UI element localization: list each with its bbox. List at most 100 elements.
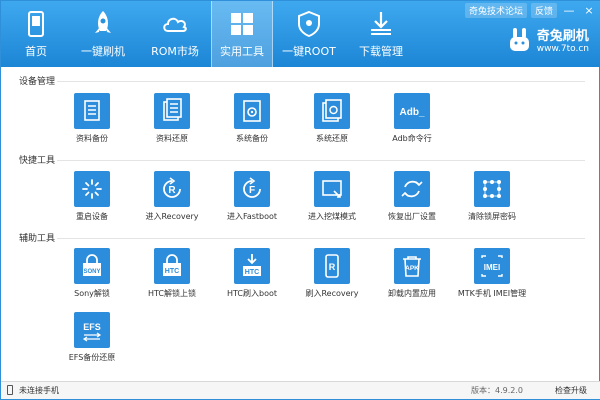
tool-label: EFS备份还原 bbox=[68, 353, 116, 362]
pattern-lock-icon bbox=[474, 171, 510, 207]
tool-label: 进入挖煤模式 bbox=[308, 212, 356, 221]
tool-uninstall-system-apps[interactable]: APK 卸载内置应用 bbox=[377, 248, 447, 299]
version-label: 版本：4.9.2.0 bbox=[471, 386, 523, 395]
fastboot-icon-text: F bbox=[249, 185, 255, 196]
imei-icon-text: IMEI bbox=[484, 263, 500, 272]
download-icon bbox=[371, 12, 391, 35]
tool-adb[interactable]: Adb_ Adb命令行 bbox=[377, 93, 447, 144]
system-restore-icon bbox=[314, 93, 350, 129]
brand: 奇兔刷机 www.7to.cn bbox=[509, 25, 589, 54]
htc-boot-icon-text: HTC bbox=[245, 269, 259, 276]
efs-icon: EFS bbox=[74, 312, 110, 348]
system-backup-icon bbox=[234, 93, 270, 129]
tool-efs-backup[interactable]: EFS EFS备份还原 bbox=[57, 312, 127, 363]
fastboot-icon: F bbox=[234, 171, 270, 207]
phone-home-icon bbox=[28, 11, 44, 37]
flash-recovery-icon: R bbox=[314, 248, 350, 284]
tool-label: 清除锁屏密码 bbox=[468, 212, 516, 221]
grid-icon bbox=[231, 13, 253, 35]
tool-label: 进入Fastboot bbox=[226, 212, 278, 221]
phone-icon bbox=[7, 385, 13, 395]
apk-icon-text: APK bbox=[405, 265, 419, 272]
sony-unlock-icon: SONY bbox=[74, 248, 110, 284]
tool-sony-unlock[interactable]: SONY Sony解锁 bbox=[57, 248, 127, 299]
check-update-link[interactable]: 检查升级 bbox=[555, 385, 587, 396]
tool-label: MTK手机 IMEI管理 bbox=[457, 289, 527, 298]
tool-mtk-imei[interactable]: IMEI MTK手机 IMEI管理 bbox=[457, 248, 527, 299]
nav-rom-market[interactable]: ROM市场 bbox=[139, 1, 211, 67]
minimize-button[interactable]: — bbox=[561, 4, 577, 18]
tool-label: HTC解锁上锁 bbox=[147, 289, 197, 298]
tool-label: Adb命令行 bbox=[392, 134, 432, 143]
section-divider bbox=[57, 160, 585, 161]
shield-icon bbox=[298, 10, 320, 38]
tool-label: 恢复出厂设置 bbox=[388, 212, 436, 221]
tool-system-backup[interactable]: 系统备份 bbox=[217, 93, 287, 144]
rocket-icon bbox=[95, 11, 111, 33]
tool-enter-fastboot[interactable]: F 进入Fastboot bbox=[217, 171, 287, 222]
apk-uninstall-icon: APK bbox=[394, 248, 430, 284]
tool-label: 资料还原 bbox=[156, 134, 188, 143]
recovery-icon: R bbox=[154, 171, 190, 207]
section-device-title: 设备管理 bbox=[19, 77, 56, 87]
nav-rom-market-label: ROM市场 bbox=[151, 45, 199, 58]
tool-system-restore[interactable]: 系统还原 bbox=[297, 93, 367, 144]
tool-enter-recovery[interactable]: R 进入Recovery bbox=[137, 171, 207, 222]
cloud-icon bbox=[163, 17, 187, 32]
tool-label: 资料备份 bbox=[76, 134, 108, 143]
connection-status: 未连接手机 bbox=[19, 386, 59, 395]
factory-reset-icon bbox=[394, 171, 430, 207]
tool-clear-lock-password[interactable]: 清除锁屏密码 bbox=[457, 171, 527, 222]
brand-name: 奇兔刷机 bbox=[536, 29, 589, 44]
header-bar: 首页 一键刷机 ROM市场 实用工具 一键ROOT 下载管理 奇兔技术论坛 反馈… bbox=[1, 1, 600, 67]
flash-recovery-icon-text: R bbox=[329, 262, 336, 272]
rabbit-logo-icon bbox=[509, 28, 529, 51]
tool-htc-flash-boot[interactable]: HTC HTC刷入boot bbox=[217, 248, 287, 299]
reboot-icon bbox=[74, 171, 110, 207]
tool-flash-recovery[interactable]: R 刷入Recovery bbox=[297, 248, 367, 299]
nav-download-manager[interactable]: 下载管理 bbox=[345, 1, 417, 67]
nav-tools[interactable]: 实用工具 bbox=[211, 1, 273, 67]
forum-link[interactable]: 奇兔技术论坛 bbox=[464, 3, 527, 18]
tool-data-restore[interactable]: 资料还原 bbox=[137, 93, 207, 144]
top-right-controls: 奇兔技术论坛 反馈 — × bbox=[464, 3, 597, 18]
tool-label: Sony解锁 bbox=[74, 289, 110, 298]
htc-lock-icon: HTC bbox=[154, 248, 190, 284]
adb-icon: Adb_ bbox=[394, 93, 430, 129]
imei-icon: IMEI bbox=[474, 248, 510, 284]
tool-label: 刷入Recovery bbox=[305, 289, 359, 298]
section-aux-title: 辅助工具 bbox=[19, 234, 56, 244]
nav-home-label: 首页 bbox=[25, 45, 47, 58]
mining-mode-icon bbox=[314, 171, 350, 207]
section-divider bbox=[57, 238, 585, 239]
tool-label: 重启设备 bbox=[76, 212, 108, 221]
tool-reboot[interactable]: 重启设备 bbox=[57, 171, 127, 222]
tool-label: HTC刷入boot bbox=[226, 289, 278, 298]
tool-label: 系统还原 bbox=[316, 134, 348, 143]
nav-one-key-root[interactable]: 一键ROOT bbox=[273, 1, 345, 67]
app-window: 首页 一键刷机 ROM市场 实用工具 一键ROOT 下载管理 奇兔技术论坛 反馈… bbox=[0, 0, 600, 400]
nav-tools-label: 实用工具 bbox=[220, 45, 264, 58]
tool-factory-reset[interactable]: 恢复出厂设置 bbox=[377, 171, 447, 222]
tool-label: 进入Recovery bbox=[145, 212, 199, 221]
section-divider bbox=[57, 81, 585, 82]
nav-home[interactable]: 首页 bbox=[5, 1, 67, 67]
sony-icon-text: SONY bbox=[83, 269, 100, 275]
tool-data-backup[interactable]: 资料备份 bbox=[57, 93, 127, 144]
feedback-link[interactable]: 反馈 bbox=[530, 3, 557, 18]
document-restore-icon bbox=[154, 93, 190, 129]
main-nav: 首页 一键刷机 ROM市场 实用工具 一键ROOT 下载管理 bbox=[5, 1, 417, 67]
htc-boot-icon: HTC bbox=[234, 248, 270, 284]
document-icon bbox=[74, 93, 110, 129]
efs-icon-text: EFS bbox=[83, 322, 101, 332]
nav-one-key-flash-label: 一键刷机 bbox=[81, 45, 125, 58]
close-button[interactable]: × bbox=[581, 4, 597, 18]
tool-label: 系统备份 bbox=[236, 134, 268, 143]
htc-lock-icon-text: HTC bbox=[165, 268, 179, 275]
tool-htc-lock[interactable]: HTC HTC解锁上锁 bbox=[137, 248, 207, 299]
feedback-label: 反馈 bbox=[534, 7, 553, 17]
recovery-icon-text: R bbox=[168, 185, 176, 196]
nav-one-key-root-label: 一键ROOT bbox=[282, 45, 336, 58]
nav-one-key-flash[interactable]: 一键刷机 bbox=[67, 1, 139, 67]
tool-enter-mining-mode[interactable]: 进入挖煤模式 bbox=[297, 171, 367, 222]
